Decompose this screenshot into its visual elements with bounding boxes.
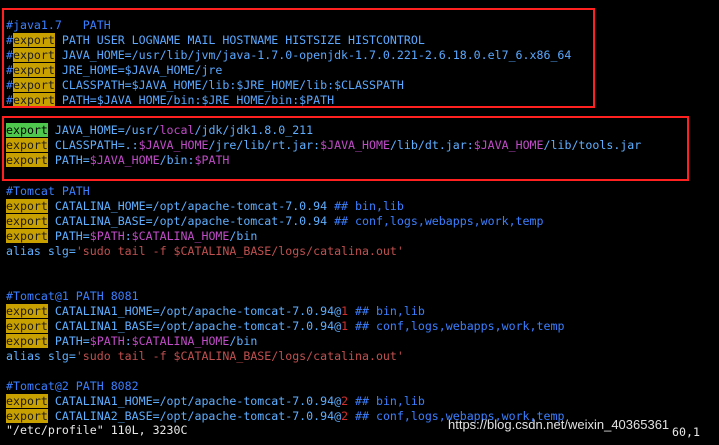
code-line: export CATALINA1_HOME=/opt/apache-tomcat… <box>6 394 425 408</box>
comment: #Tomcat PATH <box>6 184 90 198</box>
code-line: export PATH=$PATH:$CATALINA_HOME/bin <box>6 334 258 348</box>
code-line: #Tomcat@1 PATH 8081 <box>6 289 139 303</box>
code-line: export PATH=$PATH:$CATALINA_HOME/bin <box>6 229 258 243</box>
code-line: export CATALINA_BASE=/opt/apache-tomcat-… <box>6 214 544 228</box>
cursor-position: 60,1 <box>672 425 700 439</box>
highlight-box-java7 <box>2 8 595 108</box>
status-line: "/etc/profile" 110L, 3230C <box>6 423 188 437</box>
code-line: export CATALINA1_BASE=/opt/apache-tomcat… <box>6 319 565 333</box>
code-line: export CATALINA1_HOME=/opt/apache-tomcat… <box>6 304 425 318</box>
code-line: #Tomcat@2 PATH 8082 <box>6 379 139 393</box>
code-line: alias slg='sudo tail -f $CATALINA_BASE/l… <box>6 349 404 363</box>
code-line: export CATALINA_HOME=/opt/apache-tomcat-… <box>6 199 404 213</box>
vim-editor[interactable]: #java1.7 PATH #export PATH USER LOGNAME … <box>0 0 719 445</box>
highlight-box-java8 <box>2 116 689 181</box>
code-line: alias slg='sudo tail -f $CATALINA_BASE/l… <box>6 244 404 258</box>
code-line: #Tomcat PATH <box>6 184 90 199</box>
watermark: https://blog.csdn.net/weixin_40365361 <box>448 417 670 432</box>
